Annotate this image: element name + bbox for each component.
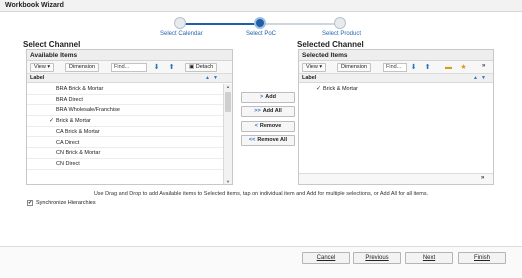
window-title: Workbook Wizard bbox=[5, 2, 64, 9]
step-select-product-label[interactable]: Select Product bbox=[322, 31, 361, 37]
check-icon: ✓ bbox=[316, 86, 322, 92]
find-previous-icon[interactable]: ⬆ bbox=[423, 63, 432, 72]
sort-ascending-icon[interactable]: ▲ bbox=[473, 74, 478, 83]
add-all-button[interactable]: >> Add All bbox=[241, 106, 295, 117]
dimension-button[interactable]: Dimension bbox=[337, 63, 371, 72]
detach-icon: ▣ bbox=[189, 64, 196, 70]
selected-items-title: Selected Items bbox=[299, 50, 493, 61]
column-label-text: Label bbox=[302, 75, 317, 81]
list-item[interactable]: ✓ Brick & Mortar bbox=[299, 84, 493, 95]
sort-ascending-icon[interactable]: ▲ bbox=[205, 74, 210, 83]
remove-all-button[interactable]: << Remove All bbox=[241, 135, 295, 146]
list-item[interactable]: BRA Wholesale/Franchise bbox=[27, 105, 223, 117]
folder-icon[interactable]: ▬ bbox=[444, 63, 453, 72]
selected-items-panel: Selected Items View ▾ Dimension Find... … bbox=[298, 49, 494, 185]
add-button[interactable]: > Add bbox=[241, 92, 295, 103]
train-connector-2 bbox=[262, 23, 338, 25]
window-titlebar: Workbook Wizard bbox=[0, 0, 522, 12]
available-items-title: Available Items bbox=[27, 50, 232, 61]
view-menu-button[interactable]: View ▾ bbox=[302, 63, 327, 72]
list-item[interactable]: CA Brick & Mortar bbox=[27, 127, 223, 138]
available-items-list: BRA Brick & Mortar BRA Direct BRA Wholes… bbox=[27, 84, 223, 185]
overflow-icon[interactable]: » bbox=[481, 175, 484, 181]
remove-button[interactable]: < Remove bbox=[241, 121, 295, 132]
previous-button[interactable]: Previous bbox=[353, 252, 401, 264]
column-label-text: Label bbox=[30, 75, 45, 81]
list-item[interactable]: CN Direct bbox=[27, 159, 223, 170]
find-previous-icon[interactable]: ⬆ bbox=[167, 63, 176, 72]
checkbox-icon[interactable]: ✔ bbox=[27, 200, 33, 206]
list-item[interactable]: BRA Direct bbox=[27, 95, 223, 106]
selected-panel-footer: » bbox=[299, 173, 493, 184]
step-select-product-marker[interactable] bbox=[334, 17, 346, 29]
sort-descending-icon[interactable]: ▼ bbox=[213, 74, 218, 83]
add-all-arrow-icon: >> bbox=[254, 108, 261, 114]
step-select-calendar-marker[interactable] bbox=[174, 17, 186, 29]
find-next-icon[interactable]: ⬇ bbox=[409, 63, 418, 72]
list-item[interactable]: BRA Brick & Mortar bbox=[27, 84, 223, 95]
list-item[interactable]: ✓ Brick & Mortar bbox=[27, 116, 223, 127]
available-column-header-label[interactable]: Label ▲ ▼ bbox=[27, 74, 232, 83]
next-button[interactable]: Next bbox=[405, 252, 453, 264]
scroll-thumb[interactable] bbox=[225, 92, 231, 112]
available-items-toolbar: View ▾ Dimension Find... ⬇ ⬆ ▣ Detach bbox=[27, 61, 232, 74]
step-select-poc-label: Select PoC bbox=[246, 31, 277, 37]
dimension-button[interactable]: Dimension bbox=[65, 63, 99, 72]
favorites-icon[interactable]: ★ bbox=[459, 63, 468, 72]
synchronize-hierarchies-label: Synchronize Hierarchies bbox=[36, 200, 96, 206]
left-section-title: Select Channel bbox=[23, 40, 81, 49]
selected-items-list: ✓ Brick & Mortar bbox=[299, 84, 493, 174]
view-menu-button[interactable]: View ▾ bbox=[30, 63, 55, 72]
find-next-icon[interactable]: ⬇ bbox=[152, 63, 161, 72]
remove-all-arrow-icon: << bbox=[248, 137, 256, 143]
step-select-calendar-label[interactable]: Select Calendar bbox=[160, 31, 203, 37]
step-select-poc-marker bbox=[254, 17, 266, 29]
list-item[interactable]: CN Brick & Mortar bbox=[27, 148, 223, 159]
scroll-up-icon[interactable]: ▲ bbox=[224, 84, 232, 89]
list-item[interactable]: CA Direct bbox=[27, 138, 223, 149]
selected-column-header-label[interactable]: Label ▲ ▼ bbox=[299, 74, 493, 83]
find-input[interactable]: Find... bbox=[383, 63, 407, 72]
more-options-icon[interactable]: » bbox=[482, 63, 485, 69]
available-items-panel: Available Items View ▾ Dimension Find...… bbox=[26, 49, 233, 185]
train-connector-1 bbox=[180, 23, 260, 25]
right-section-title: Selected Channel bbox=[297, 40, 364, 49]
cancel-button[interactable]: Cancel bbox=[302, 252, 350, 264]
detach-button[interactable]: ▣ Detach bbox=[185, 63, 218, 72]
sort-descending-icon[interactable]: ▼ bbox=[481, 74, 486, 83]
detach-label: Detach bbox=[195, 64, 214, 70]
selected-items-toolbar: View ▾ Dimension Find... ⬇ ⬆ ▬ ★ » bbox=[299, 61, 493, 74]
remove-arrow-icon: < bbox=[254, 123, 258, 129]
scroll-down-icon[interactable]: ▼ bbox=[224, 179, 232, 184]
add-arrow-icon: > bbox=[260, 94, 264, 100]
check-icon: ✓ bbox=[49, 118, 55, 125]
shuttle-hint-text: Use Drag and Drop to add Available items… bbox=[93, 191, 429, 197]
find-input[interactable]: Find... bbox=[111, 63, 147, 72]
available-list-scrollbar[interactable]: ▲ ▼ bbox=[223, 84, 232, 184]
finish-button[interactable]: Finish bbox=[458, 252, 506, 264]
